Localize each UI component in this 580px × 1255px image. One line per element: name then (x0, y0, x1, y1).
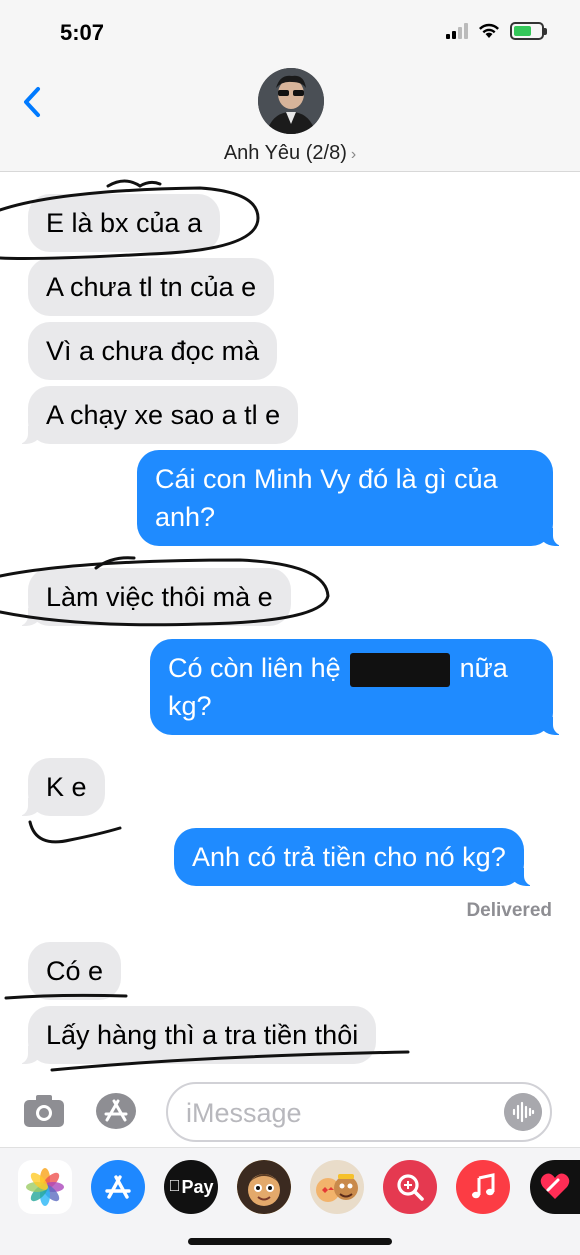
message-bubble-incoming[interactable]: K e (16, 758, 105, 816)
message-bubble-incoming[interactable]: E là bx của a (28, 194, 221, 252)
apple-pay-icon[interactable]: Pay (164, 1160, 218, 1214)
home-indicator[interactable] (188, 1238, 392, 1245)
avatar[interactable] (258, 68, 324, 134)
redaction-mark (350, 652, 451, 687)
audio-waveform-icon[interactable] (504, 1093, 542, 1131)
delivered-status: Delivered (466, 900, 552, 921)
message-bubble-outgoing[interactable]: Anh có trả tiền cho nó kg? (174, 828, 536, 886)
message-field[interactable] (186, 1094, 486, 1132)
message-line: Cái con Minh Vy đó là gì của (155, 464, 498, 494)
contact-name[interactable]: Anh Yêu (2/8) › (0, 142, 580, 165)
message-bubble-incoming[interactable]: Vì a chưa đọc mà (28, 322, 278, 380)
cellular-signal-icon (446, 23, 468, 39)
message-line: kg? (168, 691, 212, 721)
message-bubble-incoming[interactable]: A chưa tl tn của e (28, 258, 275, 316)
status-icons (446, 22, 547, 40)
message-line: Có còn liên hệ nữa (168, 649, 535, 687)
message-bubble-outgoing[interactable]: Có còn liên hệ nữa kg? (150, 639, 565, 735)
message-bubble-incoming[interactable]: Làm việc thôi mà e (16, 568, 291, 626)
chevron-left-icon[interactable] (18, 84, 48, 120)
message-text: Có còn liên hệ (168, 653, 341, 683)
digital-touch-icon[interactable] (530, 1160, 580, 1214)
message-bubble-incoming[interactable]: Có e (28, 942, 122, 1000)
message-bubble-incoming[interactable]: Lấy hàng thì a tra tiền thôi (15, 1006, 377, 1064)
imessage-input[interactable] (166, 1082, 552, 1142)
camera-icon[interactable] (22, 1093, 66, 1129)
compose-bar (0, 1077, 580, 1147)
message-line: anh? (155, 502, 216, 532)
wifi-icon (479, 23, 499, 38)
app-store-icon[interactable] (94, 1091, 138, 1131)
message-list[interactable]: E là bx của a A chưa tl tn của e Vì a ch… (0, 172, 580, 1077)
apple-pay-label: Pay (175, 1176, 213, 1197)
battery-icon (510, 22, 547, 40)
image-search-icon[interactable] (383, 1160, 437, 1214)
memoji-stickers-icon[interactable] (310, 1160, 364, 1214)
status-bar: 5:07 (0, 0, 580, 62)
music-icon[interactable] (456, 1160, 510, 1214)
photos-icon[interactable] (18, 1160, 72, 1214)
contact-name-text: Anh Yêu (2/8) (223, 142, 347, 164)
message-bubble-outgoing[interactable]: Cái con Minh Vy đó là gì của anh? (137, 450, 565, 546)
memoji-icon[interactable] (237, 1160, 291, 1214)
status-time: 5:07 (60, 20, 105, 45)
app-store-icon[interactable] (91, 1160, 145, 1214)
message-bubble-incoming[interactable]: A chạy xe sao a tl e (15, 386, 299, 444)
message-text: nữa (459, 653, 508, 683)
conversation-header: Anh Yêu (2/8) › (0, 62, 580, 172)
chevron-right-icon: › (350, 146, 357, 163)
